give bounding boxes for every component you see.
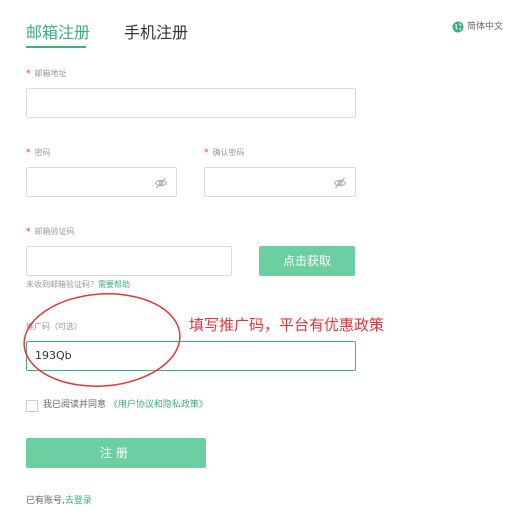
help-text: 未收到邮箱验证码？ (26, 280, 98, 289)
globe-icon (452, 21, 464, 33)
login-line: 已有账号,去登录 (26, 494, 92, 508)
agreement-link[interactable]: 《用户协议和隐私政策》 (109, 400, 208, 410)
confirm-password-label-text: 确认密码 (212, 148, 245, 157)
email-input[interactable] (26, 88, 356, 118)
eye-off-icon[interactable] (154, 176, 168, 190)
agreement-text: 我已阅读并同意 (43, 400, 107, 410)
login-text: 已有账号, (26, 496, 65, 506)
promo-code-input-value: 193Qb (35, 349, 72, 362)
promo-code-label: 推广码（可选） (26, 322, 82, 331)
agreement-checkbox[interactable] (26, 400, 38, 412)
agreement-line: 我已阅读并同意 《用户协议和隐私政策》 (43, 398, 208, 412)
confirm-password-label: * 确认密码 (204, 147, 245, 159)
required-mark: * (26, 69, 31, 79)
language-switch[interactable]: 简体中文 (452, 20, 503, 34)
annotation-text: 填写推广码，平台有优惠政策 (189, 316, 385, 334)
confirm-password-input[interactable] (204, 167, 356, 197)
required-mark: * (204, 148, 209, 158)
register-button[interactable]: 注册 (26, 438, 206, 468)
email-label-text: 邮箱地址 (34, 69, 67, 78)
eye-off-icon[interactable] (333, 176, 347, 190)
help-line: 未收到邮箱验证码？需要帮助 (26, 279, 130, 291)
required-mark: * (26, 148, 31, 158)
password-label-text: 密码 (34, 148, 51, 157)
email-label: * 邮箱地址 (26, 68, 67, 80)
active-tab-underline (26, 46, 86, 48)
email-code-input[interactable] (26, 246, 232, 276)
language-label: 简体中文 (467, 22, 504, 32)
email-code-label-text: 邮箱验证码 (34, 227, 75, 236)
tab-email-register[interactable]: 邮箱注册 (26, 23, 90, 43)
promo-code-input[interactable]: 193Qb (26, 341, 356, 371)
login-link[interactable]: 去登录 (65, 496, 92, 506)
required-mark: * (26, 227, 31, 237)
email-code-label: * 邮箱验证码 (26, 226, 75, 238)
need-help-link[interactable]: 需要帮助 (98, 280, 130, 289)
password-input[interactable] (26, 167, 177, 197)
tab-phone-register[interactable]: 手机注册 (124, 23, 188, 43)
get-code-button[interactable]: 点击获取 (259, 246, 355, 276)
password-label: * 密码 (26, 147, 51, 159)
